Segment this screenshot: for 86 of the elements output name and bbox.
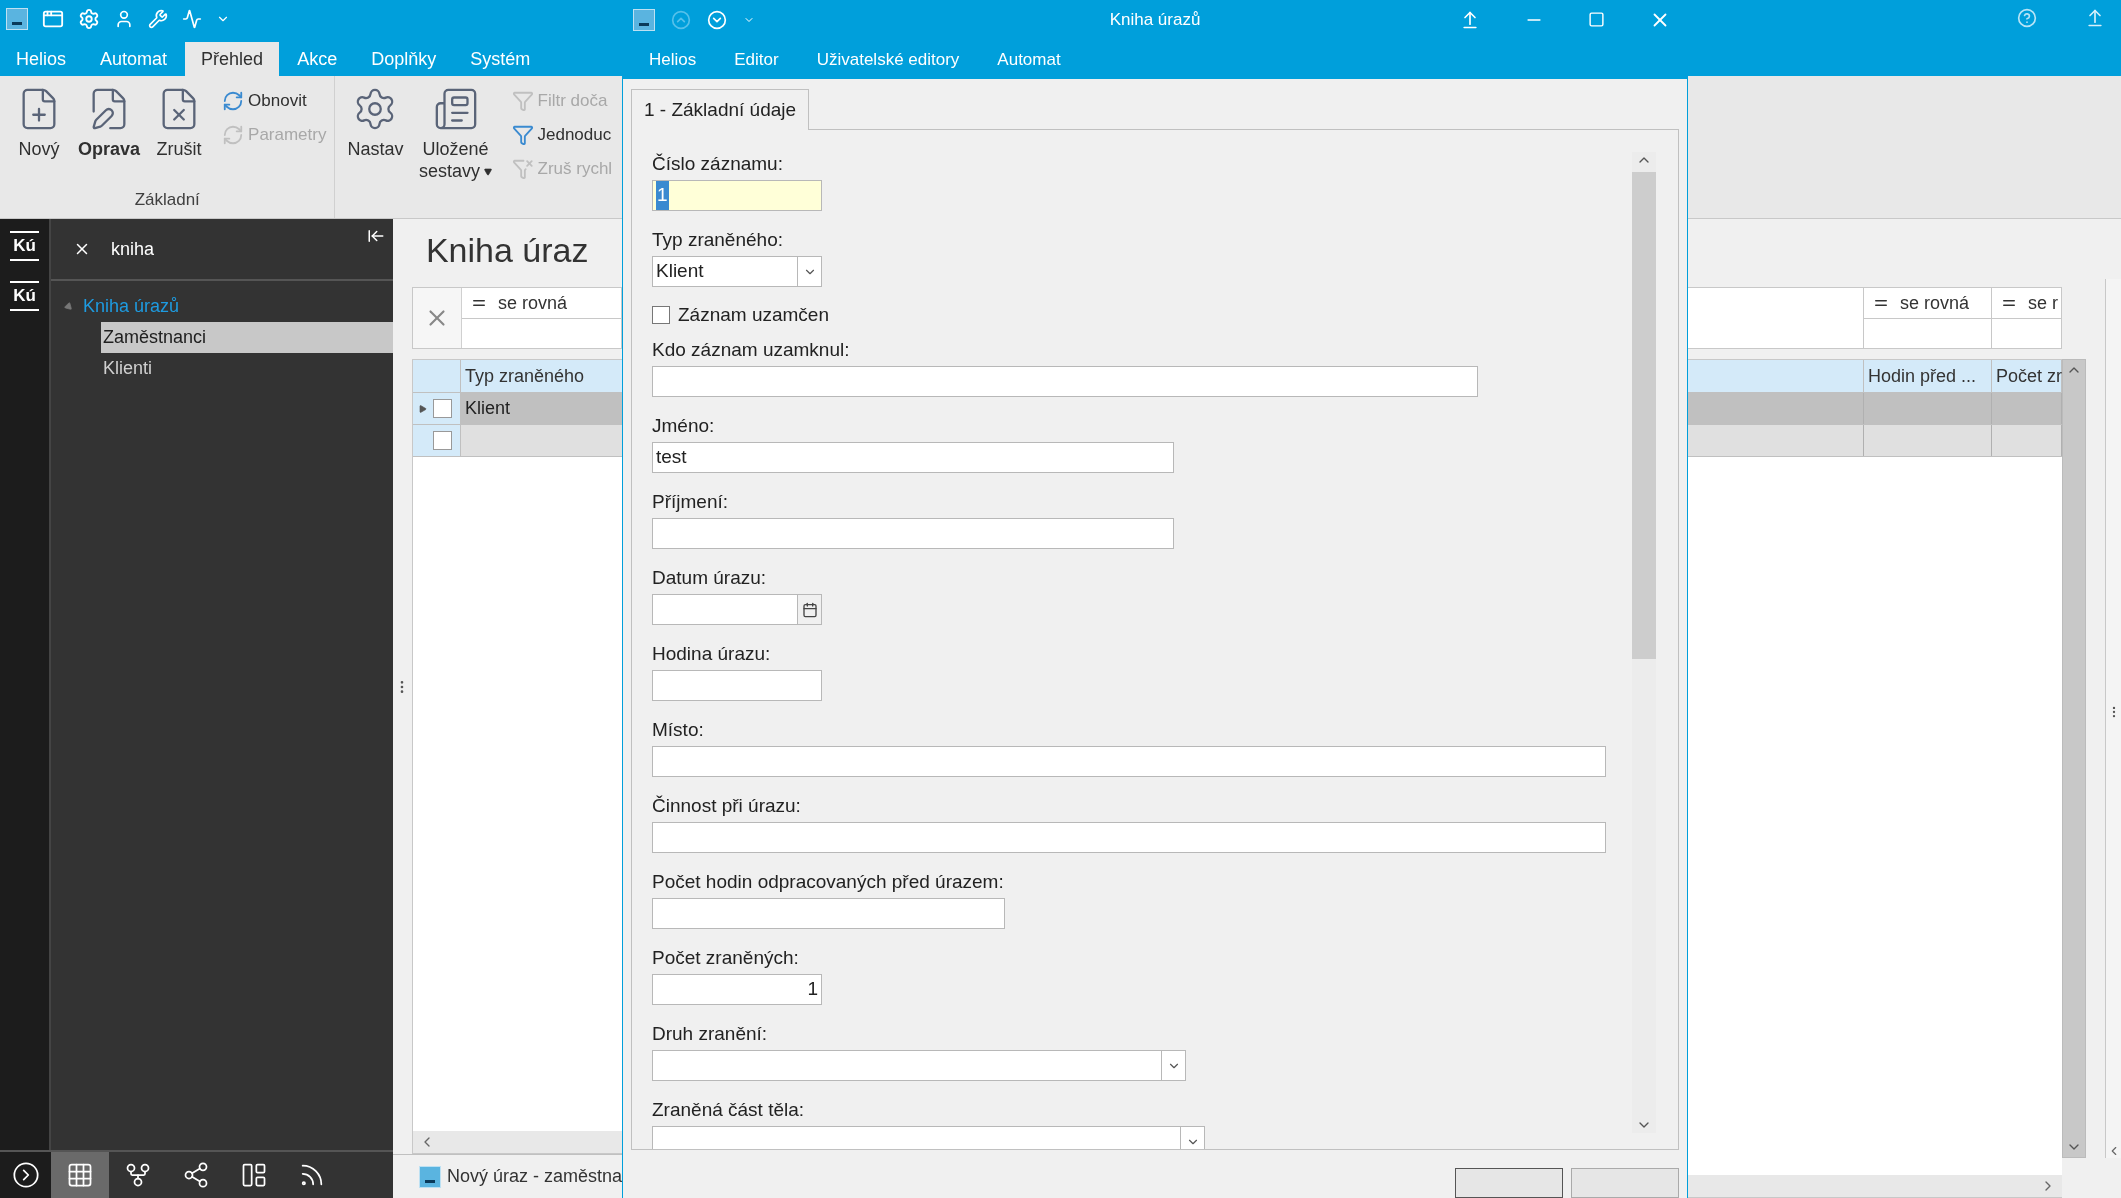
restore-icon[interactable] [2085, 8, 2105, 28]
ribbon-button[interactable]: Zrušit [148, 84, 211, 187]
chart-window-icon[interactable] [182, 9, 202, 29]
field-label: Druh zranění: [652, 1022, 769, 1046]
tree-item[interactable]: Kniha úrazů [79, 293, 184, 320]
ribbon-button[interactable]: Oprava [74, 84, 145, 187]
circle-arrow-button[interactable] [0, 1152, 51, 1198]
dropdown-field[interactable] [652, 1126, 1205, 1149]
field-label: Číslo záznamu: [652, 152, 784, 176]
checkbox[interactable] [652, 306, 670, 324]
layout-icon [240, 1161, 268, 1189]
circle-arrow-down-icon[interactable] [707, 9, 727, 30]
settings-icon[interactable] [78, 8, 100, 30]
share-icon [182, 1161, 210, 1189]
app-logo-icon [6, 8, 28, 30]
dropdown-field[interactable] [652, 1050, 1186, 1081]
scrollbar-thumb[interactable] [1632, 172, 1656, 659]
field-label: Počet zraněných: [652, 946, 800, 970]
pin-window-icon[interactable] [1460, 9, 1480, 30]
filter-icon [511, 124, 534, 146]
ribbon-button[interactable]: Uložené sestavy [411, 84, 500, 218]
status-text: Nový úraz - zaměstna [446, 1165, 622, 1188]
field-label: Činnost při úrazu: [652, 794, 802, 818]
ribbon-button[interactable]: Jednoduc [511, 118, 613, 152]
module-badge[interactable]: Kú [10, 281, 39, 311]
ribbon-button[interactable]: Obnovit [222, 84, 327, 118]
input-field[interactable]: 1 [652, 180, 822, 211]
app-logo-icon [418, 1165, 441, 1188]
collapse-panel-icon[interactable] [366, 227, 385, 245]
app-logo-icon [633, 8, 655, 31]
input-field[interactable]: test [652, 442, 1174, 473]
ribbon-button[interactable]: Nastav [343, 84, 408, 218]
form-tab[interactable]: 1 - Základní údaje [631, 89, 810, 130]
field-label: Kdo záznam uzamknul: [652, 338, 851, 362]
calendar-icon[interactable] [801, 601, 818, 618]
row-checkbox[interactable] [432, 399, 452, 418]
filter-operator[interactable]: se r [2028, 289, 2058, 317]
search-text[interactable]: kniha [111, 235, 155, 263]
group-label: Základní [133, 188, 201, 211]
filter-x-icon [511, 158, 534, 180]
checkbox-label[interactable]: Záznam uzamčen [678, 300, 829, 330]
vertical-scrollbar[interactable] [2062, 359, 2086, 1158]
maximize-icon[interactable] [1588, 11, 1605, 29]
help-icon[interactable] [2017, 8, 2037, 28]
ribbon-tab[interactable]: Přehled [185, 42, 280, 76]
user-icon[interactable] [114, 9, 134, 29]
field-label: Příjmení: [652, 490, 730, 514]
table-row[interactable]: Klient [412, 393, 622, 425]
date-field[interactable] [652, 594, 822, 625]
filter-icon [511, 90, 534, 112]
expand-arrow-icon[interactable] [63, 300, 75, 313]
module-badge[interactable]: Kú [10, 231, 39, 261]
branch-icon [124, 1161, 152, 1189]
column-header[interactable]: Hodin před ... [1864, 360, 1992, 392]
input-field[interactable] [652, 822, 1606, 853]
field-label: Počet hodin odpracovaných před úrazem: [652, 870, 1005, 894]
tools-icon[interactable] [148, 9, 168, 29]
field-label: Typ zraněného: [652, 228, 784, 252]
table-row[interactable] [412, 425, 622, 457]
field-label: Zraněná část těla: [652, 1098, 806, 1122]
dialog-title: Kniha úrazů [1109, 9, 1201, 31]
view-title: Kniha úraz [424, 230, 590, 271]
refresh-icon [222, 124, 245, 146]
filter-operator[interactable]: se rovná [1900, 289, 1970, 317]
grid-icon [66, 1161, 94, 1189]
input-field[interactable]: 1 [652, 974, 822, 1005]
tree-item[interactable]: Zaměstnanci [101, 322, 393, 353]
refresh-icon [222, 90, 245, 112]
tree-item[interactable]: Klienti [101, 353, 393, 384]
table-cell-text: Klient [463, 397, 511, 420]
window-plus-icon[interactable] [42, 8, 64, 30]
grid-button[interactable] [51, 1152, 109, 1198]
input-field[interactable] [652, 746, 1606, 777]
field-label: Místo: [652, 718, 705, 742]
field-label: Hodina úrazu: [652, 642, 772, 666]
dialog-button[interactable] [1455, 1168, 1563, 1198]
expand-arrow-icon[interactable] [418, 404, 427, 413]
input-field[interactable] [652, 366, 1478, 397]
input-field[interactable] [652, 518, 1174, 549]
field-label: Jméno: [652, 414, 716, 438]
input-field[interactable] [652, 898, 1005, 929]
dropdown-field[interactable]: Klient [652, 256, 822, 287]
input-field[interactable] [652, 670, 822, 701]
field-label: Datum úrazu: [652, 566, 768, 590]
ribbon-button[interactable]: Nový [8, 84, 70, 187]
row-checkbox[interactable] [432, 431, 452, 450]
